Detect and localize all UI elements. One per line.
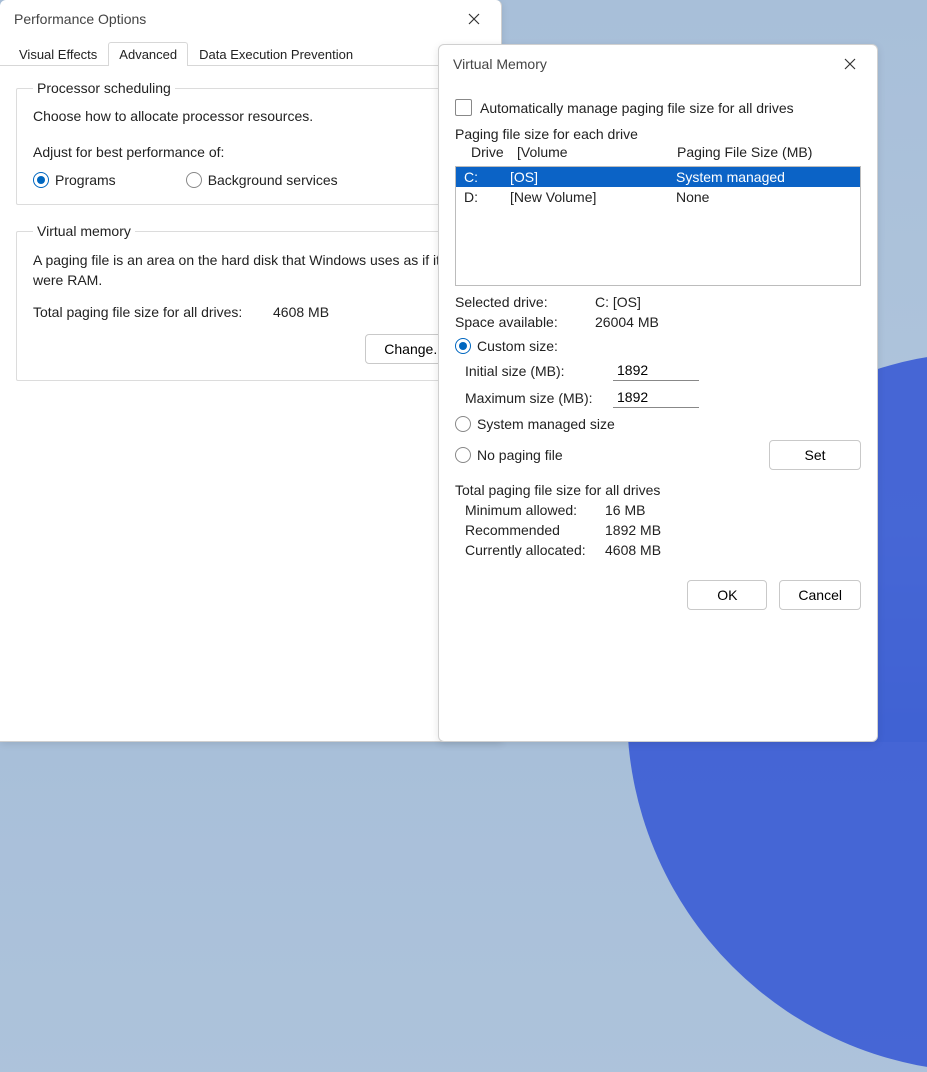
tab-visual-effects[interactable]: Visual Effects [8,42,108,66]
total-paging-value: 4608 MB [273,304,329,320]
initial-size-label: Initial size (MB): [465,363,605,379]
radio-icon [186,172,202,188]
total-paging-label: Total paging file size for all drives: [33,304,273,320]
initial-size-input[interactable] [613,360,699,381]
processor-scheduling-legend: Processor scheduling [33,80,175,96]
radio-icon [33,172,49,188]
titlebar: Performance Options [0,0,501,38]
drive-letter: D: [464,189,510,205]
drive-pfs: System managed [676,169,836,185]
drive-pfs: None [676,189,836,205]
radio-icon [455,447,471,463]
performance-options-window: Performance Options Visual Effects Advan… [0,0,502,742]
currently-allocated-value: 4608 MB [605,542,661,558]
radio-bg-label: Background services [208,172,338,188]
drive-list[interactable]: C: [OS] System managed D: [New Volume] N… [455,166,861,286]
radio-none-label: No paging file [477,447,563,463]
tabs: Visual Effects Advanced Data Execution P… [0,38,501,66]
col-volume-header: [Volume [517,144,677,160]
recommended-label: Recommended [455,522,605,538]
processor-scheduling-desc: Choose how to allocate processor resourc… [33,108,468,124]
auto-manage-checkbox[interactable]: Automatically manage paging file size fo… [455,99,861,116]
radio-icon [455,338,471,354]
space-available-value: 26004 MB [595,314,659,330]
radio-custom-label: Custom size: [477,338,558,354]
close-icon[interactable] [459,7,489,31]
close-icon[interactable] [835,52,865,76]
ok-button[interactable]: OK [687,580,767,610]
virtual-memory-window: Virtual Memory Automatically manage pagi… [438,44,878,742]
drive-letter: C: [464,169,510,185]
radio-icon [455,416,471,432]
window-title: Performance Options [14,11,146,27]
adjust-label: Adjust for best performance of: [33,144,468,160]
paging-file-group-label: Paging file size for each drive [455,126,861,142]
maximum-size-input[interactable] [613,387,699,408]
radio-custom-size[interactable]: Custom size: [455,338,861,354]
tab-advanced[interactable]: Advanced [108,42,188,66]
virtual-memory-desc: A paging file is an area on the hard dis… [33,251,468,290]
drive-row[interactable]: C: [OS] System managed [456,167,860,187]
selected-drive-label: Selected drive: [455,294,595,310]
min-allowed-label: Minimum allowed: [455,502,605,518]
col-drive-header: Drive [471,144,517,160]
processor-scheduling-group: Processor scheduling Choose how to alloc… [16,80,485,205]
radio-programs[interactable]: Programs [33,172,116,188]
totals-label: Total paging file size for all drives [455,482,861,498]
recommended-value: 1892 MB [605,522,661,538]
drive-volume: [New Volume] [510,189,676,205]
maximum-size-label: Maximum size (MB): [465,390,605,406]
min-allowed-value: 16 MB [605,502,645,518]
virtual-memory-group: Virtual memory A paging file is an area … [16,223,485,381]
space-available-label: Space available: [455,314,595,330]
auto-manage-label: Automatically manage paging file size fo… [480,100,794,116]
window-title: Virtual Memory [453,56,547,72]
col-pfs-header: Paging File Size (MB) [677,144,837,160]
drive-volume: [OS] [510,169,676,185]
titlebar: Virtual Memory [439,45,877,83]
selected-drive-value: C: [OS] [595,294,641,310]
cancel-button[interactable]: Cancel [779,580,861,610]
radio-no-paging[interactable]: No paging file [455,447,563,463]
radio-programs-label: Programs [55,172,116,188]
radio-system-managed[interactable]: System managed size [455,416,861,432]
tab-dep[interactable]: Data Execution Prevention [188,42,364,66]
checkbox-icon [455,99,472,116]
set-button[interactable]: Set [769,440,861,470]
radio-background-services[interactable]: Background services [186,172,338,188]
currently-allocated-label: Currently allocated: [455,542,605,558]
virtual-memory-legend: Virtual memory [33,223,135,239]
radio-system-label: System managed size [477,416,615,432]
drive-row[interactable]: D: [New Volume] None [456,187,860,207]
